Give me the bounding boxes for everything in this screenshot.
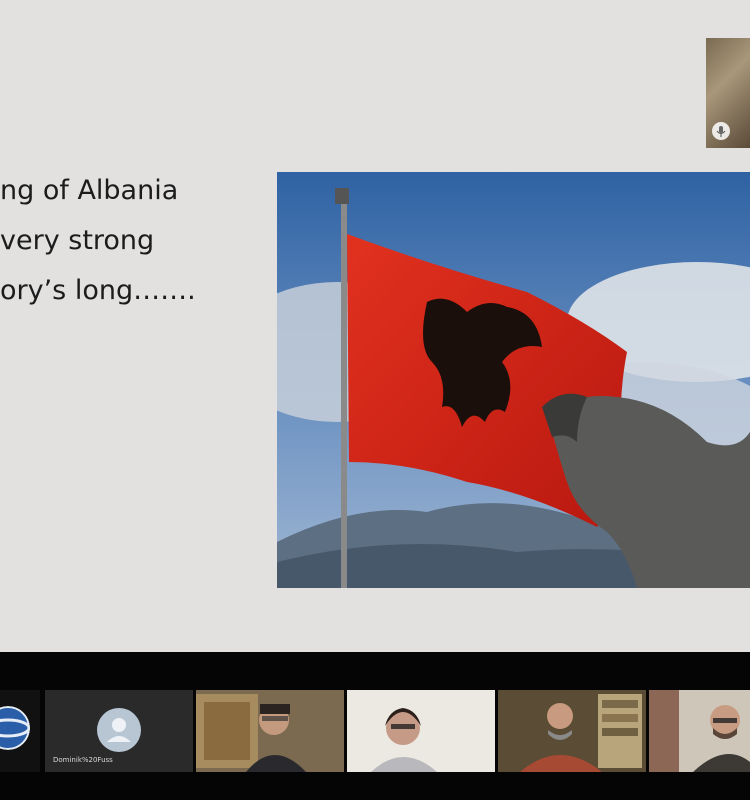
participant-filmstrip: Dominik%20Fuss [0,652,750,800]
participant-video [649,690,750,772]
slide-text-line-1: ng of Albania [0,175,179,206]
participant-tile[interactable] [347,690,495,772]
slide-text-line-2: very strong [0,225,155,256]
participant-tile[interactable]: Dominik%20Fuss [45,690,193,772]
shared-slide: ng of Albania very strong ory’s long……. [0,0,750,652]
self-view-video[interactable] [706,38,750,148]
participant-name: Dominik%20Fuss [53,756,113,764]
participant-tile[interactable] [196,690,344,772]
participant-tile[interactable] [649,690,750,772]
user-avatar-icon [97,708,141,752]
globe-logo-icon [0,706,30,750]
participant-tile[interactable] [0,690,40,772]
participant-video [347,690,495,772]
mic-icon[interactable] [712,122,730,140]
participant-video [498,690,646,772]
slide-text-line-3: ory’s long……. [0,275,196,306]
participant-tile[interactable] [498,690,646,772]
participant-video [196,690,344,772]
albania-flag-photo [277,172,750,588]
